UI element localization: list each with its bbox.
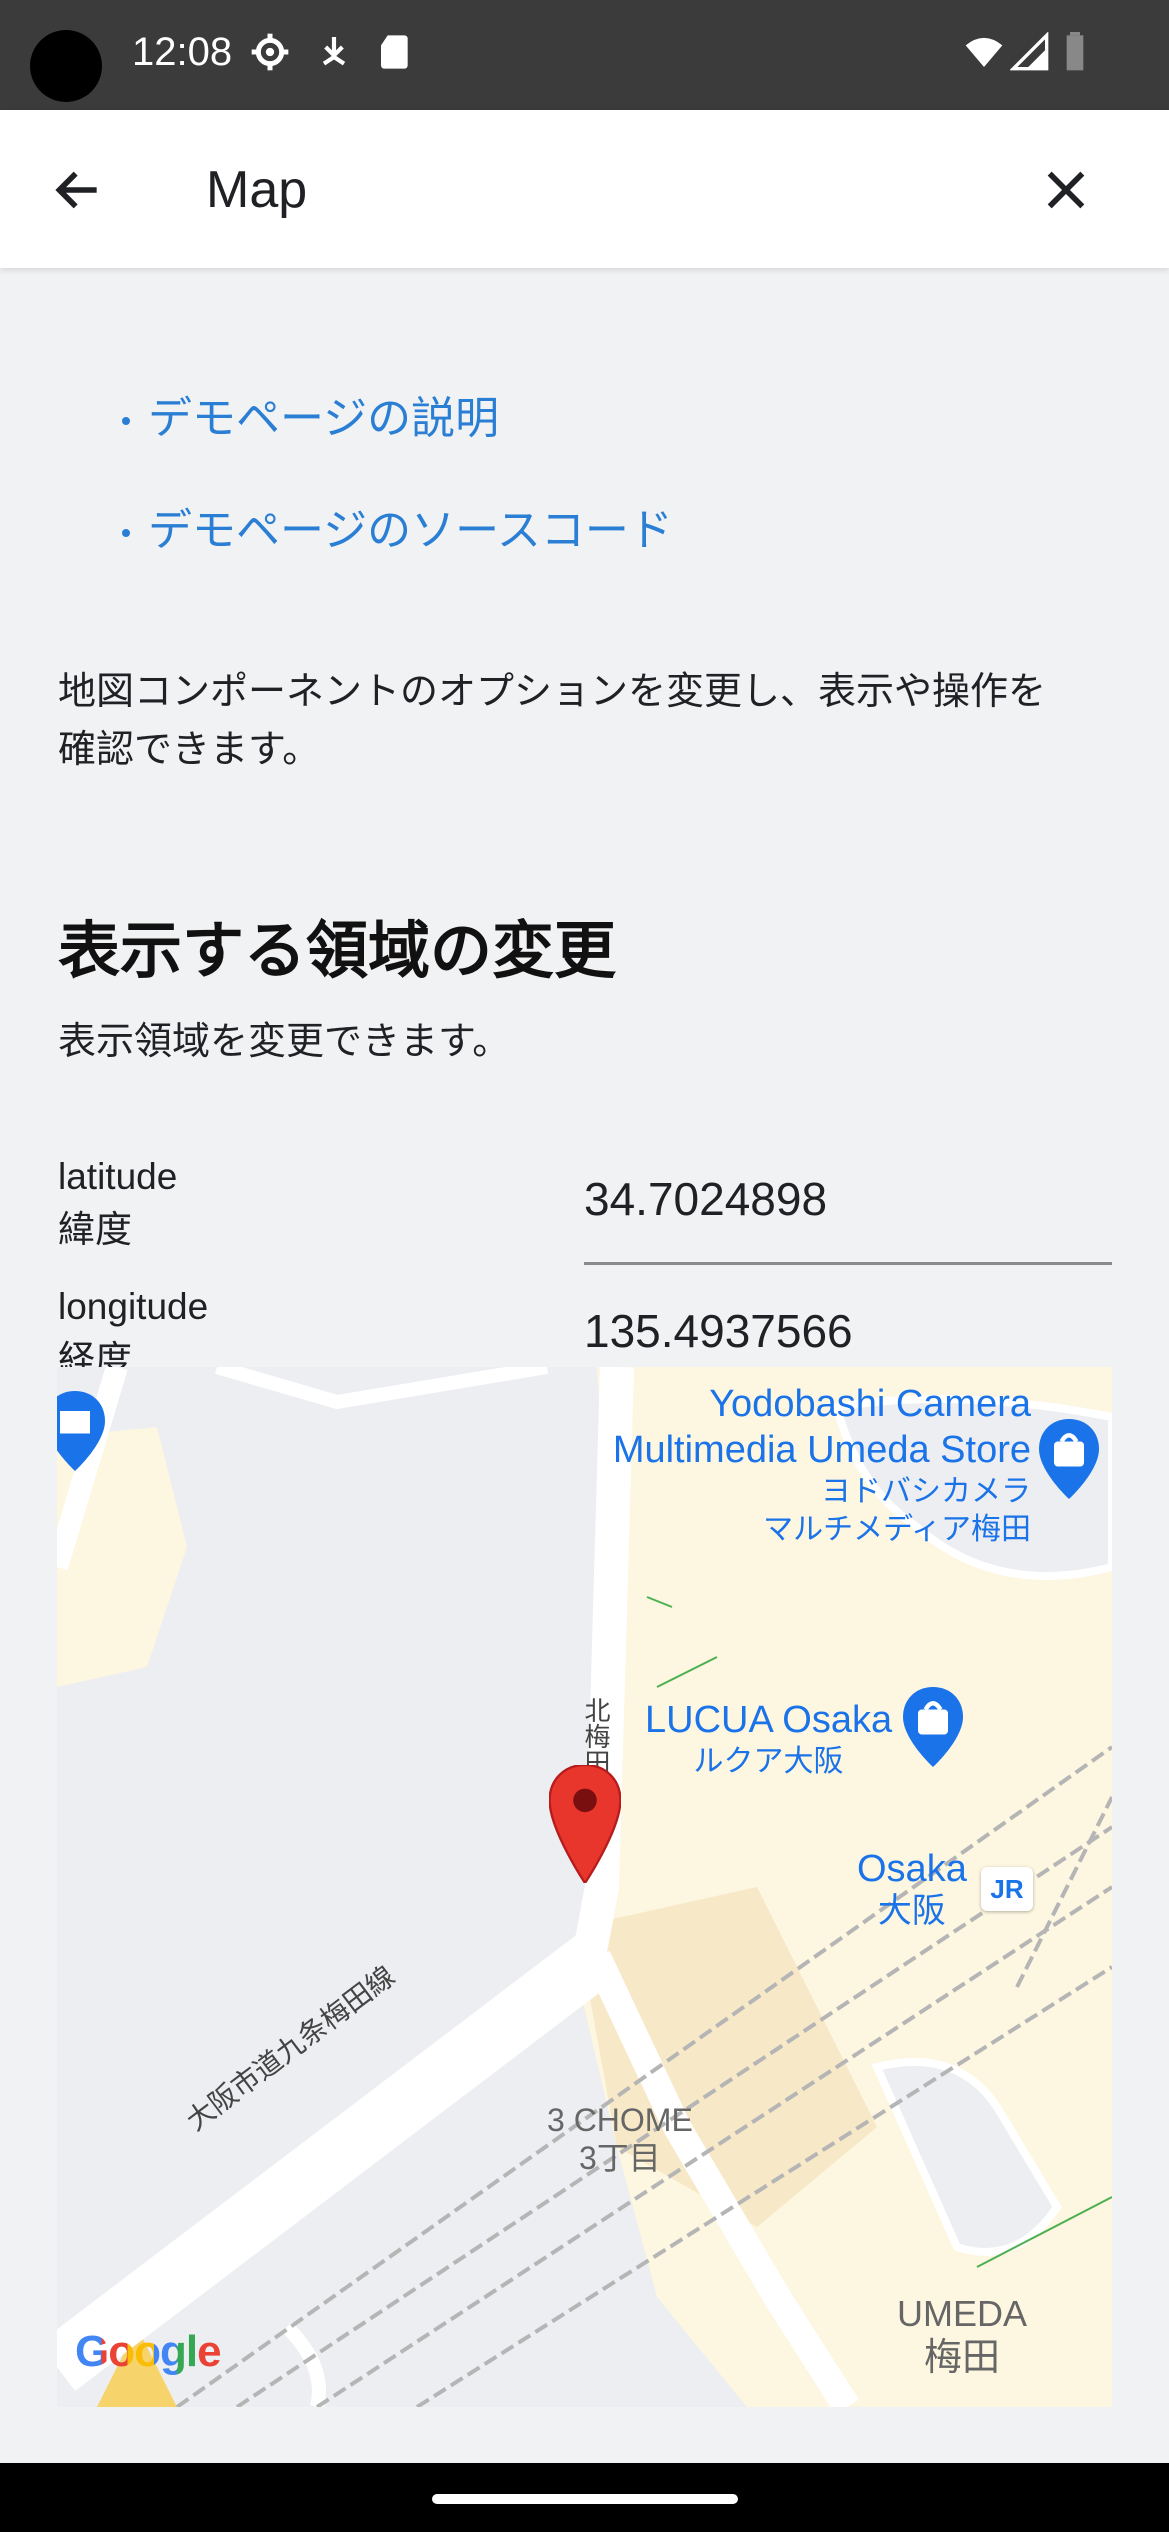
latitude-label: latitude 緯度: [58, 1150, 177, 1256]
osaka-name-en: Osaka: [857, 1848, 967, 1890]
google-logo-text: Google: [75, 2327, 222, 2376]
lucua-name-en: LUCUA Osaka: [645, 1699, 893, 1741]
shopping-bag-marker-icon[interactable]: [903, 1687, 963, 1767]
latitude-label-en: latitude: [58, 1156, 178, 1197]
app-bar: Map: [0, 110, 1169, 268]
latitude-label-ja: 緯度: [58, 1209, 132, 1250]
sd-card-icon: [381, 35, 408, 69]
yodobashi-label[interactable]: Yodobashi Camera Multimedia Umeda Store …: [591, 1381, 1031, 1549]
longitude-label-en: longitude: [58, 1286, 209, 1327]
latitude-input[interactable]: 34.7024898: [584, 1172, 827, 1226]
latitude-underline: [584, 1262, 1112, 1265]
osaka-name-ja: 大阪: [877, 1892, 946, 1930]
intro-line-1: 地図コンポーネントのオプションを変更し、表示や操作を: [58, 669, 1047, 713]
store-marker-icon[interactable]: [57, 1391, 105, 1471]
north-road-label: 北梅田: [580, 1697, 610, 1775]
section-heading: 表示する領域の変更: [58, 914, 617, 987]
demo-source-link[interactable]: デモページのソースコード: [122, 494, 673, 558]
chome-name-en: 3 CHOME: [547, 2102, 693, 2138]
osaka-station-label[interactable]: Osaka 大阪: [857, 1847, 967, 1931]
bullet-icon: [122, 417, 130, 425]
status-time: 12:08: [132, 30, 233, 74]
umeda-name-en: UMEDA: [897, 2293, 1028, 2334]
yodobashi-name-ja2: マルチメディア梅田: [763, 1513, 1031, 1546]
back-arrow-icon[interactable]: [50, 162, 106, 218]
status-bar: 12:08: [0, 0, 1169, 110]
settings-icon: [251, 33, 289, 71]
battery-icon: [1066, 32, 1084, 71]
longitude-label: longitude 経度: [58, 1280, 208, 1367]
page-title: Map: [206, 161, 308, 219]
section-subtext: 表示領域を変更できます。: [58, 1019, 511, 1063]
download-icon: [322, 37, 346, 66]
close-icon[interactable]: [1038, 162, 1094, 218]
umeda-small-label: 梅田: [119, 2286, 179, 2319]
shopping-bag-marker-icon[interactable]: [1039, 1419, 1099, 1499]
map-view[interactable]: Yodobashi Camera Multimedia Umeda Store …: [57, 1367, 1112, 2407]
intro-line-2: 確認できます。: [58, 727, 321, 771]
chome-label: 3 CHOME 3丁目: [547, 2101, 693, 2177]
intro-text: 地図コンポーネントのオプションを変更し、表示や操作を 確認できます。: [58, 662, 1118, 778]
wifi-icon: [965, 37, 1003, 67]
chome-name-ja: 3丁目: [578, 2140, 661, 2176]
signal-icon: [1010, 32, 1049, 71]
demo-description-link[interactable]: デモページの説明: [122, 382, 499, 446]
lucua-name-ja: ルクア大阪: [693, 1745, 844, 1778]
jr-badge-text: JR: [990, 1874, 1024, 1904]
camera-cutout: [30, 30, 102, 102]
longitude-label-ja: 経度: [58, 1339, 132, 1367]
lucua-label[interactable]: LUCUA Osaka ルクア大阪: [645, 1697, 892, 1781]
google-logo: Google: [75, 2327, 222, 2377]
bullet-icon: [122, 529, 130, 537]
yodobashi-name-en1: Yodobashi Camera: [709, 1383, 1031, 1425]
umeda-label: UMEDA 梅田: [897, 2293, 1027, 2381]
umeda-name-ja: 梅田: [924, 2337, 1001, 2379]
longitude-input[interactable]: 135.4937566: [584, 1304, 853, 1358]
yodobashi-name-ja1: ヨドバシカメラ: [821, 1475, 1031, 1508]
jr-station-icon[interactable]: JR: [981, 1867, 1033, 1911]
yodobashi-name-en2: Multimedia Umeda Store: [612, 1429, 1031, 1471]
home-gesture-handle[interactable]: [432, 2494, 738, 2504]
link-label: デモページの説明: [148, 393, 500, 444]
link-label: デモページのソースコード: [148, 505, 673, 556]
location-pin-icon[interactable]: [549, 1765, 621, 1883]
